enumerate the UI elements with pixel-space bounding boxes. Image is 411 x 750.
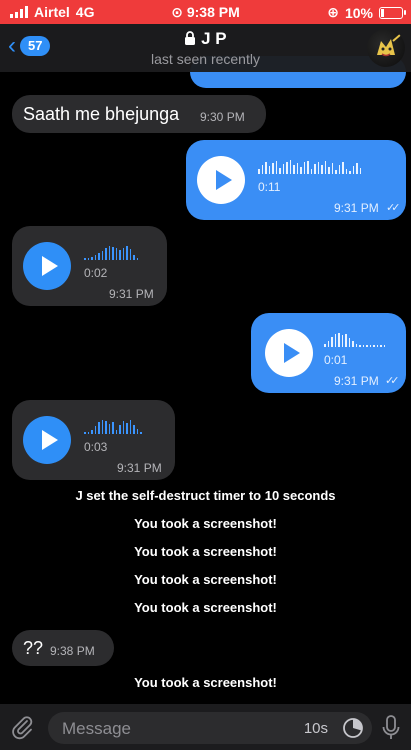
voice-duration: 0:11 — [258, 180, 281, 194]
double-check-icon: ✓✓ — [385, 375, 400, 387]
message-time: 9:38 PM — [50, 644, 95, 658]
contact-name: J P — [201, 29, 227, 48]
voice-duration: 0:01 — [324, 353, 348, 367]
microphone-icon[interactable] — [381, 714, 401, 742]
message-text: Saath me bhejunga — [23, 104, 180, 124]
message-text: ?? — [23, 638, 44, 658]
lock-icon — [185, 31, 196, 45]
message-time: 9:30 PM — [200, 110, 245, 124]
voice-message-incoming[interactable]: 0:03 9:31 PM — [12, 400, 175, 480]
service-message: You took a screenshot! — [134, 544, 277, 559]
alarm-icon: ⊙ — [171, 4, 183, 20]
paperclip-icon[interactable] — [10, 714, 34, 740]
play-icon — [41, 430, 58, 450]
voice-waveform[interactable] — [324, 333, 385, 347]
service-message: You took a screenshot! — [134, 516, 277, 531]
service-message: You took a screenshot! — [134, 675, 277, 690]
voice-message-outgoing[interactable]: 0:11 9:31 PM ✓✓ — [186, 140, 406, 220]
orientation-lock-icon: ⊕ — [327, 4, 339, 20]
message-input[interactable]: Message 10s — [48, 712, 372, 744]
message-time: 9:31 PM — [334, 201, 379, 215]
avatar-image — [377, 34, 401, 57]
self-destruct-timer-label[interactable]: 10s — [304, 720, 328, 737]
contact-status: last seen recently — [151, 51, 260, 67]
voice-waveform[interactable] — [84, 246, 138, 260]
message-input-bar: Message 10s — [0, 704, 411, 750]
play-icon — [215, 170, 232, 190]
message-bubble-incoming[interactable]: Saath me bhejunga 9:30 PM — [12, 95, 266, 133]
message-time: 9:31 PM — [117, 461, 162, 475]
voice-message-incoming[interactable]: 0:02 9:31 PM — [12, 226, 167, 306]
chat-header: ‹ 57 J P last seen recently — [0, 24, 411, 72]
message-time: 9:31 PM — [334, 374, 379, 388]
play-button[interactable] — [265, 329, 313, 377]
play-button[interactable] — [23, 416, 71, 464]
play-button[interactable] — [197, 156, 245, 204]
service-message: J set the self-destruct timer to 10 seco… — [75, 488, 336, 503]
service-message: You took a screenshot! — [134, 600, 277, 615]
chat-title[interactable]: J P — [0, 29, 411, 49]
timer-icon[interactable] — [342, 717, 364, 739]
double-check-icon: ✓✓ — [386, 202, 401, 214]
status-time: 9:38 PM — [186, 4, 240, 20]
voice-duration: 0:02 — [84, 266, 108, 280]
message-time: 9:31 PM — [109, 287, 154, 301]
message-placeholder: Message — [62, 719, 131, 738]
avatar[interactable] — [367, 29, 405, 67]
voice-message-outgoing[interactable]: 0:01 9:31 PM ✓✓ — [251, 313, 406, 393]
play-icon — [283, 343, 300, 363]
service-message: You took a screenshot! — [134, 572, 277, 587]
voice-duration: 0:03 — [84, 440, 108, 454]
battery-icon — [379, 6, 406, 19]
play-button[interactable] — [23, 242, 71, 290]
voice-waveform[interactable] — [84, 420, 142, 434]
play-icon — [41, 256, 58, 276]
voice-waveform[interactable] — [258, 160, 361, 174]
message-bubble-incoming[interactable]: ?? 9:38 PM — [12, 630, 114, 666]
status-bar: Airtel 4G ⊙ 9:38 PM ⊕ 10% — [0, 0, 411, 24]
battery-percent: 10% — [344, 4, 373, 21]
